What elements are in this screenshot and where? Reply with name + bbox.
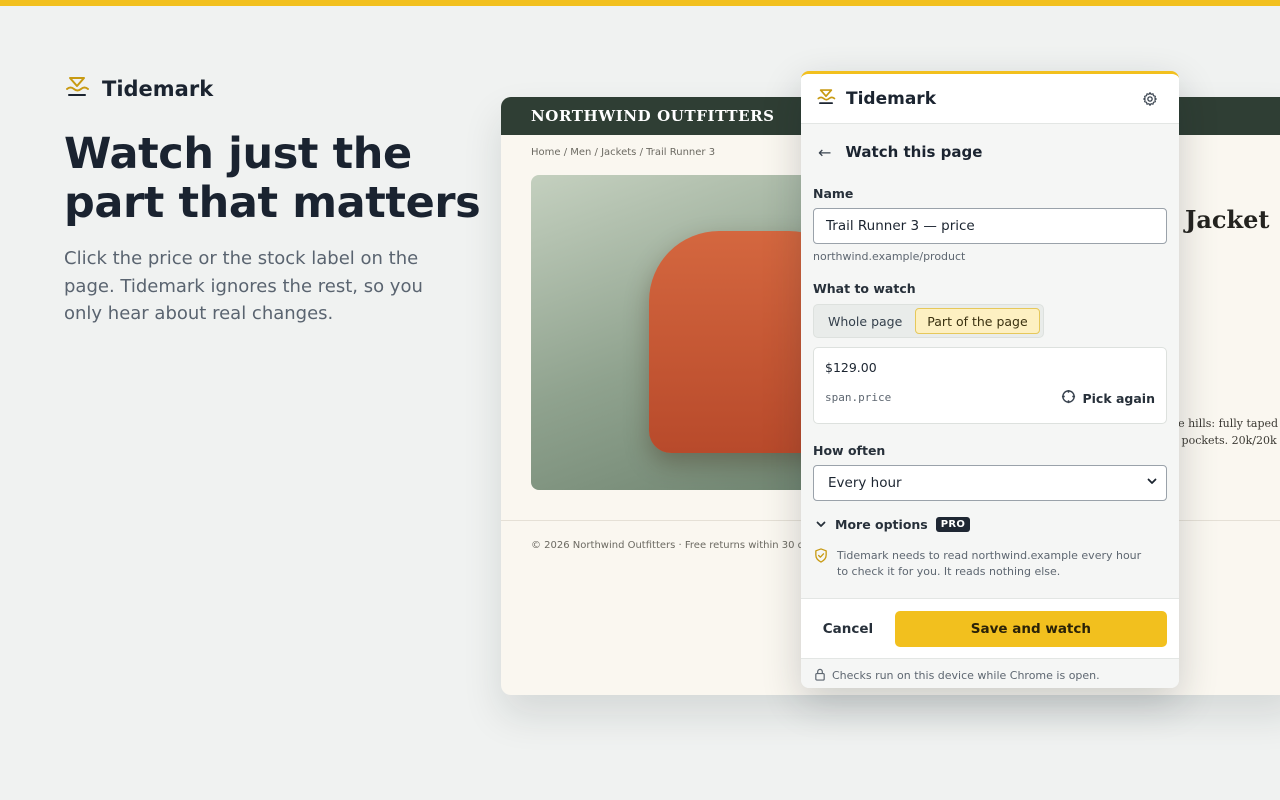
popup-footer: Checks run on this device while Chrome i…	[801, 660, 1179, 688]
store-footer: © 2026 Northwind Outfitters · Free retur…	[531, 540, 822, 551]
watch-mode-toggle: Whole page Part of the page	[813, 304, 1044, 338]
watch-whole-page-option[interactable]: Whole page	[817, 308, 913, 334]
popup-view-title: Watch this page	[845, 143, 983, 161]
tidemark-logo-icon	[64, 74, 90, 104]
gear-icon[interactable]	[1141, 90, 1159, 108]
product-title: Jacket	[1185, 205, 1270, 234]
name-field[interactable]: Trail Runner 3 — price	[813, 208, 1167, 244]
name-label: Name	[813, 186, 854, 201]
back-row: ← Watch this page	[813, 124, 1167, 180]
how-often-label: How often	[813, 443, 886, 458]
permission-note: Tidemark needs to read northwind.example…	[813, 548, 1167, 580]
footer-note: Checks run on this device while Chrome i…	[832, 669, 1100, 682]
product-description: ne hills: fully taped s d pockets. 20k/2…	[1171, 417, 1279, 447]
popup-brand-name: Tidemark	[846, 88, 936, 109]
crosshair-icon	[1061, 389, 1076, 407]
hero-brand: Tidemark	[64, 74, 213, 104]
picked-element-box: $129.00 span.price Pick again	[813, 347, 1167, 424]
url-hint: northwind.example/product	[813, 250, 966, 263]
product-image	[531, 175, 831, 490]
shield-check-icon	[814, 548, 828, 580]
picked-selector: span.price	[825, 391, 892, 404]
pick-again-button[interactable]: Pick again	[1061, 389, 1155, 407]
tidemark-logo-icon	[816, 87, 836, 111]
more-options-toggle[interactable]: More options PRO	[813, 515, 1167, 534]
breadcrumb: Home / Men / Jackets / Trail Runner 3	[531, 147, 716, 158]
hero-title: Watch just the part that matters	[64, 129, 481, 228]
hero-subtitle: Click the price or the stock label on th…	[64, 248, 423, 324]
more-options-label: More options	[835, 517, 928, 532]
cancel-button[interactable]: Cancel	[813, 621, 883, 637]
store-logo: NORTHWIND OUTFITTERS	[531, 107, 775, 125]
frequency-select[interactable]: Every hour	[813, 465, 1167, 501]
pick-again-label: Pick again	[1082, 390, 1155, 406]
popup-body: ← Watch this page Name Trail Runner 3 — …	[801, 124, 1179, 580]
pro-badge: PRO	[935, 517, 971, 532]
chevron-down-icon	[1146, 475, 1158, 491]
popup-actions: Cancel Save and watch	[801, 598, 1179, 659]
extension-popup: Tidemark ← Watch this page Name Trail Ru…	[801, 71, 1179, 688]
popup-brand: Tidemark	[816, 87, 1141, 111]
popup-header: Tidemark	[801, 74, 1179, 124]
what-to-watch-label: What to watch	[813, 281, 916, 296]
permission-text: Tidemark needs to read northwind.example…	[837, 549, 1142, 578]
watch-part-of-page-option[interactable]: Part of the page	[915, 308, 1040, 334]
picked-value: $129.00	[825, 360, 877, 375]
chevron-down-icon	[815, 515, 827, 534]
back-arrow-icon[interactable]: ←	[818, 143, 831, 162]
accent-top-bar	[0, 0, 1280, 6]
lock-icon	[814, 668, 826, 684]
hero-brand-name: Tidemark	[102, 77, 214, 101]
frequency-value: Every hour	[828, 475, 902, 491]
save-and-watch-button[interactable]: Save and watch	[894, 610, 1167, 647]
